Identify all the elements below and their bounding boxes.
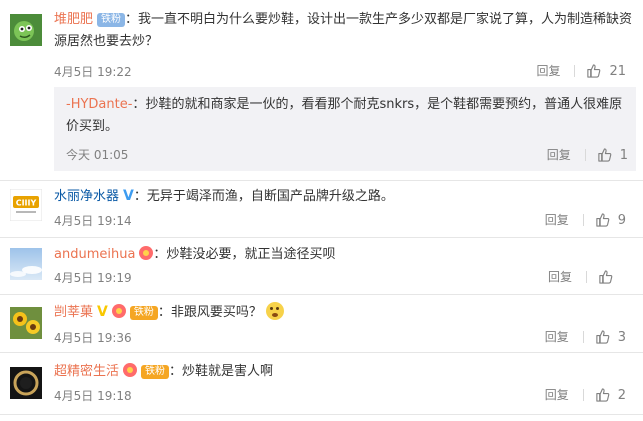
like-count: 3	[617, 330, 626, 345]
author-name[interactable]: 堆肥肥	[54, 12, 93, 27]
thumbs-up-icon	[598, 148, 612, 162]
reply-button[interactable]: 回复	[545, 213, 569, 227]
reply-button[interactable]: 回复	[536, 64, 560, 78]
avatar[interactable]	[10, 367, 42, 399]
verified-icon: V	[97, 304, 108, 320]
avatar[interactable]	[10, 14, 42, 46]
reply-time: 今天 01:05	[66, 148, 129, 162]
comment-time: 4月5日 19:19	[54, 271, 132, 285]
avatar-image	[10, 14, 42, 46]
reply-box: -HYDante-：抄鞋的就和商家是一伙的，看看那个耐克snkrs，是个鞋都需要…	[54, 87, 636, 171]
comment-actions: 回复 21	[536, 62, 626, 81]
avatar-image	[10, 307, 42, 339]
reply-actions: 回复 1	[547, 146, 628, 165]
comment-list: 堆肥肥 铁粉 ：我一直不明白为什么要炒鞋，设计出一款生产多少双都是厂家说了算，人为制…	[0, 0, 643, 421]
thinking-face-emoji	[265, 302, 284, 320]
thumbs-up-icon	[599, 270, 613, 284]
reply-button[interactable]: 回复	[545, 330, 569, 344]
reply-button[interactable]: 回复	[545, 388, 569, 402]
fan-badge: 铁粉	[129, 306, 158, 320]
avatar-image	[10, 248, 42, 280]
comment-actions: 回复 9	[545, 211, 626, 230]
comment-text: 无异于竭泽而渔，自断国产品牌升级之路。	[146, 189, 394, 204]
author-name[interactable]: 水丽净水器	[54, 189, 119, 204]
comment-actions: 回复	[548, 268, 621, 287]
avatar[interactable]	[10, 307, 42, 339]
fan-badge: 铁粉	[141, 365, 170, 379]
comment-item: CIIIY 水丽净水器 V：无异于竭泽而渔，自断国产品牌升级之路。 4月5日 19…	[0, 181, 643, 237]
comment-actions: 回复 3	[545, 328, 626, 347]
divider	[0, 414, 643, 415]
avatar[interactable]	[10, 248, 42, 280]
fan-medal-icon	[123, 363, 138, 377]
like-count: 1	[619, 148, 628, 163]
thumbs-up-icon	[587, 64, 601, 78]
like-button[interactable]	[597, 147, 612, 165]
comment-item: 堆肥肥 铁粉 ：我一直不明白为什么要炒鞋，设计出一款生产多少双都是厂家说了算，人为制…	[0, 0, 643, 180]
avatar-image	[10, 367, 42, 399]
comment-item: andumeihua ：炒鞋没必要，就正当途径买呗 4月5日 19:19 回复	[0, 238, 643, 294]
reply-button[interactable]: 回复	[548, 270, 572, 284]
thumbs-up-icon	[596, 388, 610, 402]
fan-medal-icon	[111, 304, 126, 318]
thumbs-up-icon	[596, 330, 610, 344]
reply-button[interactable]: 回复	[547, 148, 571, 162]
comment-text: 我一直不明白为什么要炒鞋，设计出一款生产多少双都是厂家说了算，人为制造稀缺资源居…	[54, 12, 633, 49]
reply-author-name[interactable]: -HYDante-	[66, 97, 132, 112]
like-count: 2	[617, 388, 626, 403]
thumbs-up-icon	[596, 213, 610, 227]
comment-time: 4月5日 19:36	[54, 331, 132, 345]
avatar-image: CIIIY	[10, 189, 42, 221]
author-name[interactable]: 剀莘菓	[54, 305, 93, 320]
comment-time: 4月5日 19:22	[54, 65, 132, 79]
verified-icon: V	[123, 188, 134, 204]
like-button[interactable]	[595, 387, 610, 405]
comment-text: 非跟风要买吗？	[170, 305, 262, 320]
like-button[interactable]	[595, 329, 610, 347]
comment-item: 超精密生活 铁粉 ：炒鞋就是害人啊 4月5日 19:18 回复 2	[0, 353, 643, 413]
like-button[interactable]	[598, 269, 613, 287]
reply-text: 抄鞋的就和商家是一伙的，看看那个耐克snkrs，是个鞋都需要预约，普通人很难原价…	[66, 97, 623, 134]
comment-time: 4月5日 19:18	[54, 389, 132, 403]
fan-medal-icon	[139, 246, 154, 260]
like-count: 9	[617, 213, 626, 228]
like-count: 21	[609, 64, 626, 79]
author-name[interactable]: andumeihua	[54, 247, 135, 262]
comment-text: 炒鞋就是害人啊	[182, 364, 274, 379]
comment-actions: 回复 2	[545, 386, 626, 405]
like-button[interactable]	[586, 63, 601, 81]
svg-text:CIIIY: CIIIY	[16, 199, 37, 208]
comment-text: 炒鞋没必要，就正当途径买呗	[166, 247, 336, 262]
fan-badge: 铁粉	[97, 13, 126, 27]
avatar[interactable]: CIIIY	[10, 189, 42, 221]
author-name[interactable]: 超精密生活	[54, 364, 119, 379]
comment-item: 剀莘菓 V 铁粉 ：非跟风要买吗？ 4月5日 19:36 回复 3	[0, 295, 643, 351]
comment-time: 4月5日 19:14	[54, 214, 132, 228]
like-button[interactable]	[595, 212, 610, 230]
